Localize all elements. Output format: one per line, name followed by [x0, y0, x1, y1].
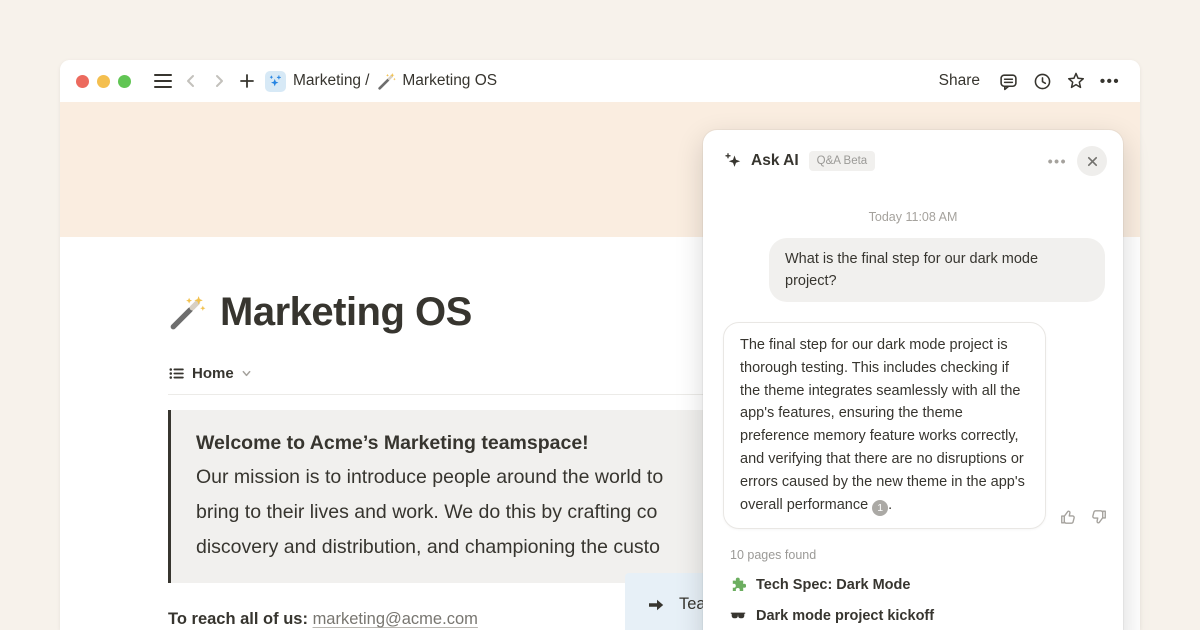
result-page-link[interactable]: Dark mode project kickoff — [730, 608, 1123, 624]
result-page-label: Dark mode project kickoff — [756, 608, 934, 624]
sunglasses-icon — [730, 608, 746, 624]
feedback-buttons — [1059, 508, 1108, 526]
breadcrumb-team[interactable]: Marketing — [293, 72, 361, 90]
more-options-button[interactable]: ••• — [1096, 67, 1124, 95]
favorite-button[interactable] — [1062, 67, 1090, 95]
blue-sparkle-icon — [268, 74, 283, 89]
chevron-down-icon — [241, 368, 252, 379]
breadcrumb-separator: / — [365, 72, 369, 90]
page-icon-magic-wand[interactable] — [168, 294, 206, 332]
history-button[interactable] — [1028, 67, 1056, 95]
contact-email-link[interactable]: marketing@acme.com — [313, 610, 478, 628]
welcome-callout: Welcome to Acme’s Marketing teamspace! O… — [168, 410, 703, 583]
new-page-button[interactable] — [233, 67, 261, 95]
minimize-window-button[interactable] — [97, 75, 110, 88]
traffic-lights — [76, 75, 131, 88]
right-arrow-icon — [646, 595, 666, 615]
chevron-right-icon — [210, 72, 228, 90]
result-page-label: Tech Spec: Dark Mode — [756, 577, 910, 593]
close-window-button[interactable] — [76, 75, 89, 88]
ask-ai-panel: Ask AI Q&A Beta ••• Today 11:08 AM What … — [703, 130, 1123, 630]
clock-icon — [1033, 72, 1052, 91]
tab-home-label: Home — [192, 365, 234, 382]
ai-sparkle-badge-icon — [265, 71, 286, 92]
puzzle-icon — [730, 577, 746, 593]
comments-button[interactable] — [994, 67, 1022, 95]
callout-body-line: bring to their lives and work. We do thi… — [196, 495, 703, 530]
citation-badge[interactable]: 1 — [872, 500, 888, 516]
panel-close-button[interactable] — [1077, 146, 1107, 176]
back-button[interactable] — [177, 67, 205, 95]
chat-timestamp: Today 11:08 AM — [703, 210, 1123, 224]
ai-response-bubble: The final step for our dark mode project… — [723, 322, 1046, 529]
qa-beta-badge: Q&A Beta — [809, 151, 876, 171]
team-card-label: Tea — [679, 595, 706, 614]
callout-body-line: Our mission is to introduce people aroun… — [196, 460, 703, 495]
result-page-link[interactable]: Tech Spec: Dark Mode — [730, 577, 1123, 593]
plus-icon — [238, 72, 256, 90]
magic-wand-icon — [377, 72, 396, 91]
citation-suffix: . — [888, 497, 892, 513]
callout-heading: Welcome to Acme’s Marketing teamspace! — [196, 427, 703, 460]
thumbs-down-icon[interactable] — [1090, 508, 1108, 526]
pages-found-label: 10 pages found — [730, 548, 1123, 562]
thumbs-up-icon[interactable] — [1059, 508, 1077, 526]
contact-label: To reach all of us: — [168, 610, 308, 628]
forward-button[interactable] — [205, 67, 233, 95]
ai-sparkle-icon — [724, 152, 742, 170]
panel-more-button[interactable]: ••• — [1048, 153, 1067, 169]
sidebar-menu-button[interactable] — [149, 67, 177, 95]
breadcrumb-page[interactable]: Marketing OS — [402, 72, 497, 90]
window-toolbar: Marketing / Marketing OS Share — [60, 60, 1140, 102]
ask-ai-header: Ask AI Q&A Beta ••• — [703, 130, 1123, 176]
ask-ai-title: Ask AI — [751, 152, 799, 170]
page-title: Marketing OS — [220, 290, 472, 335]
comment-icon — [999, 72, 1018, 91]
list-view-icon — [168, 365, 185, 382]
close-icon — [1086, 155, 1099, 168]
star-icon — [1066, 71, 1086, 91]
chevron-left-icon — [182, 72, 200, 90]
share-button[interactable]: Share — [931, 68, 988, 94]
ai-response-text: The final step for our dark mode project… — [740, 337, 1025, 513]
callout-body-line: discovery and distribution, and champion… — [196, 530, 703, 565]
user-message-bubble: What is the final step for our dark mode… — [769, 238, 1105, 302]
maximize-window-button[interactable] — [118, 75, 131, 88]
